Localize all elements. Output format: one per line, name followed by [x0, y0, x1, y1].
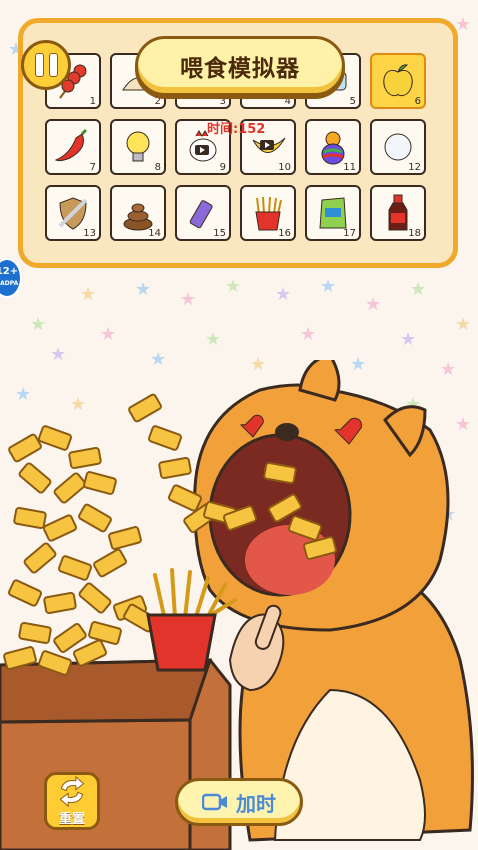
pause-button[interactable]: [21, 40, 71, 90]
svg-text:★: ★: [100, 324, 116, 345]
svg-text:★: ★: [455, 314, 471, 335]
gold-bar: [18, 462, 52, 494]
slot-number: 9: [219, 162, 226, 173]
slot-number: 2: [154, 96, 161, 107]
svg-text:★: ★: [135, 279, 151, 300]
svg-text:★: ★: [365, 294, 381, 315]
slot-number: 10: [278, 162, 291, 173]
slot-number: 3: [219, 96, 226, 107]
age-rating: 12+: [0, 266, 19, 277]
gold-bar: [88, 621, 122, 645]
gold-bar: [43, 514, 77, 542]
slot-number: 14: [148, 228, 161, 239]
svg-text:★: ★: [300, 324, 316, 345]
game-title-banner: 喂食模拟器: [135, 36, 345, 96]
gold-bar: [83, 471, 117, 495]
slot-number: 8: [154, 162, 161, 173]
slot-number: 16: [278, 228, 291, 239]
slot-number: 12: [408, 162, 421, 173]
food-slot-15[interactable]: 15: [175, 185, 231, 241]
food-slot-11[interactable]: 11: [305, 119, 361, 175]
gold-bar: [23, 542, 57, 574]
gold-bar: [93, 548, 127, 578]
pause-icon: [34, 53, 44, 77]
gold-bar: [8, 579, 42, 607]
reset-label: 重置: [58, 812, 85, 827]
add-time-button[interactable]: 加时: [175, 778, 303, 826]
food-slot-6[interactable]: 6: [370, 53, 426, 109]
food-slot-14[interactable]: 14: [110, 185, 166, 241]
food-slot-7[interactable]: 7: [45, 119, 101, 175]
slot-number: 13: [83, 228, 96, 239]
svg-text:★: ★: [205, 329, 221, 350]
svg-text:★: ★: [400, 329, 416, 350]
add-time-label: 加时: [236, 791, 276, 816]
food-slot-12[interactable]: 12: [370, 119, 426, 175]
gold-bar: [8, 433, 42, 463]
gold-bar: [148, 425, 182, 451]
svg-text:★: ★: [410, 279, 426, 300]
chili-pepper-icon: [54, 128, 88, 162]
timer-text: 时间:152: [207, 122, 266, 137]
slot-number: 4: [284, 96, 291, 107]
slot-number: 11: [343, 162, 356, 173]
gold-bar: [128, 393, 162, 423]
gold-bar: [108, 526, 142, 550]
food-slot-16[interactable]: 16: [240, 185, 296, 241]
svg-text:★: ★: [180, 289, 196, 310]
slot-number: 6: [414, 96, 421, 107]
food-slot-13[interactable]: 13: [45, 185, 101, 241]
svg-text:★: ★: [80, 284, 96, 305]
food-slot-18[interactable]: 18: [370, 185, 426, 241]
svg-text:★: ★: [275, 284, 291, 305]
refresh-icon: [59, 775, 85, 808]
svg-text:★: ★: [320, 276, 336, 297]
gold-bar: [78, 582, 112, 614]
golden-apple-icon: [383, 64, 413, 97]
svg-text:★: ★: [455, 14, 471, 35]
gold-bar: [78, 503, 112, 533]
video-camera-icon: [202, 793, 227, 811]
svg-text:★: ★: [225, 276, 241, 297]
slot-number: 18: [408, 228, 421, 239]
game-title: 喂食模拟器: [180, 56, 300, 82]
pause-icon: [48, 53, 58, 77]
gold-bar: [18, 621, 52, 645]
slot-number: 7: [89, 162, 96, 173]
food-slot-17[interactable]: 17: [305, 185, 361, 241]
gold-bar: [43, 591, 77, 615]
gold-bar: [158, 456, 192, 480]
slot-number: 17: [343, 228, 356, 239]
gold-bar: [13, 506, 47, 530]
slot-number: 15: [213, 228, 226, 239]
gold-bar: [58, 555, 92, 581]
reset-button[interactable]: 重置: [44, 772, 100, 830]
slot-number: 5: [349, 96, 356, 107]
gold-bar: [53, 472, 87, 504]
age-rating-org: CADPA: [0, 280, 19, 287]
svg-text:★: ★: [30, 314, 46, 335]
gold-bar: [68, 446, 102, 470]
slot-number: 1: [89, 96, 96, 107]
food-slot-8[interactable]: 8: [110, 119, 166, 175]
gold-bar: [38, 425, 72, 451]
age-rating-badge: 12+ CADPA: [0, 258, 22, 298]
light-bulb-icon: [126, 131, 150, 162]
